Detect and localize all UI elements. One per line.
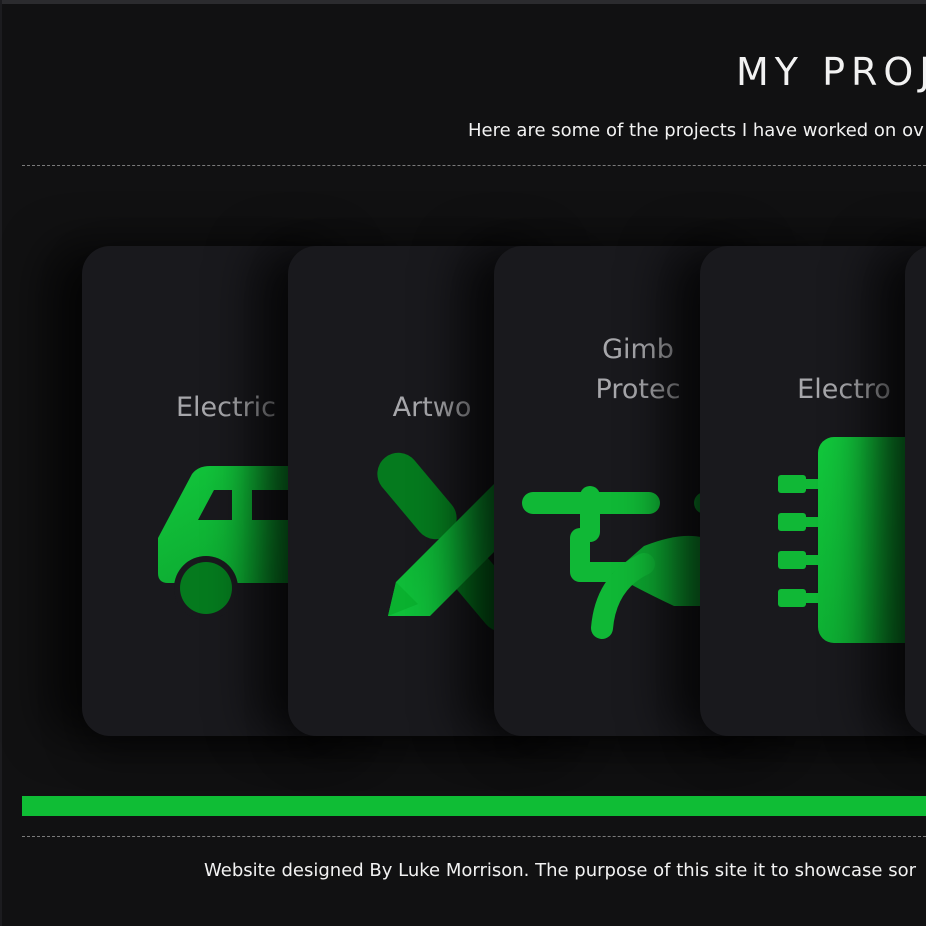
scroll-progress-fill — [22, 796, 926, 816]
project-card-electronics[interactable]: Electro — [700, 246, 926, 736]
project-card-carousel: Electric Artwo Gimb Protec Electro — [0, 0, 926, 926]
chip-icon — [778, 437, 926, 643]
page: MY PROJ Here are some of the projects I … — [0, 0, 926, 926]
footer-text: Website designed By Luke Morrison. The p… — [204, 860, 917, 881]
bottom-dashed-divider — [22, 836, 926, 837]
scroll-progress-bar — [22, 796, 926, 816]
project-card-partial[interactable] — [905, 246, 926, 736]
